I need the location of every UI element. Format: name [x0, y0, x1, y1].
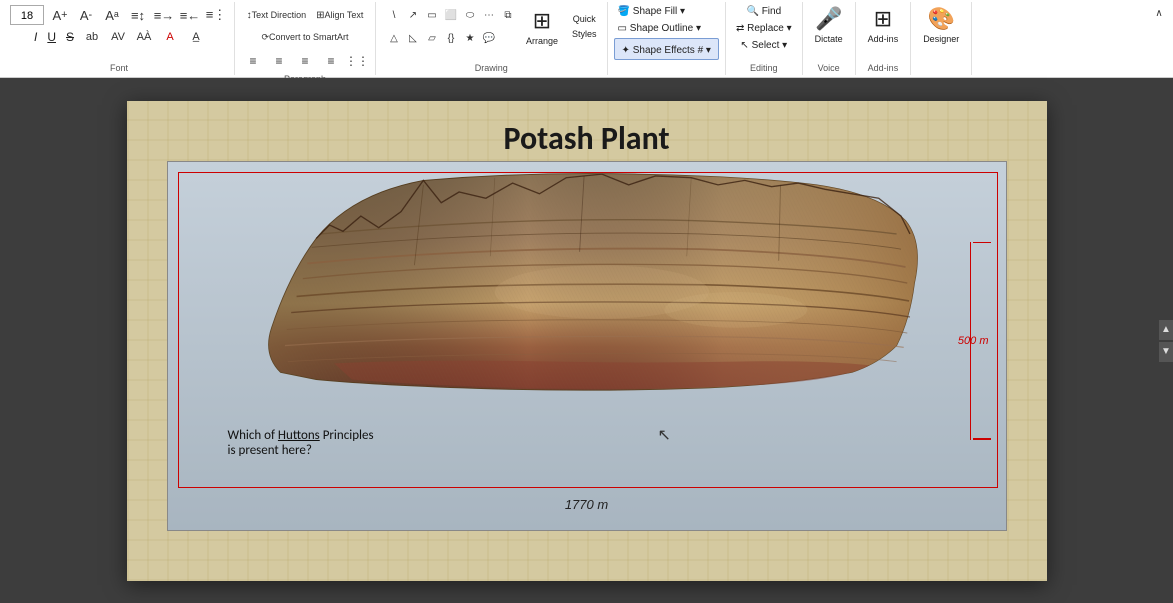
font-size-box[interactable]: 18: [10, 5, 44, 25]
italic-btn[interactable]: I: [30, 28, 41, 46]
add-ins-group: ⊞ Add-ins Add-ins: [856, 2, 912, 75]
font-label: Font: [110, 61, 128, 73]
text-direction-icon[interactable]: ≡↕: [126, 4, 150, 26]
shape-effects-icon: ✦: [622, 45, 633, 56]
question-line2: Principles: [320, 428, 374, 443]
question-line1: Which of: [228, 428, 278, 443]
question-line3: is present here?: [228, 443, 312, 458]
strikethrough-btn[interactable]: S: [62, 28, 78, 46]
add-ins-icon: ⊞: [874, 6, 892, 32]
font-top-row: 18 A+ A- Aᵃ ≡↕ ≡→ ≡← ≡⋮: [10, 4, 228, 26]
font-bottom-row: I U S ab AV AÀ A A̲: [30, 26, 208, 48]
shape-outline-label: Shape Outline: [630, 23, 693, 34]
drawing-shapes-row: \ ↗ ▭ ⬜ ⬭ ⋯ ⧉ △ ◺ ▱ {} ★ 💬 ⊞ Arrange: [382, 4, 601, 49]
text-shadow-btn[interactable]: ab: [80, 26, 104, 48]
slide-title: Potash Plant: [127, 119, 1047, 158]
paragraph-group: ↕ Text Direction ⊞ Align Text ⟳ Convert …: [235, 2, 376, 75]
measurement-1770m: 1770 m: [565, 497, 608, 512]
shape-effects-label: Shape Effects: [633, 45, 695, 56]
rock-image-container: 500 m Which of Huttons Principles is pre…: [167, 161, 1007, 531]
arrange-icon: ⊞: [533, 8, 551, 34]
align-left-btn[interactable]: ≡: [241, 50, 265, 72]
slide[interactable]: Potash Plant: [127, 101, 1047, 581]
shape-format-group: 🪣 Shape Fill ▾ ▭ Shape Outline ▾ ✦ Shape…: [608, 2, 726, 75]
scroll-up-btn[interactable]: ▲: [1159, 320, 1173, 340]
ribbon-collapse-btn[interactable]: ∧: [1147, 2, 1171, 24]
shape-fill-label: Shape Fill: [633, 6, 677, 17]
underline-btn[interactable]: U: [43, 28, 60, 46]
justify-btn[interactable]: ≡: [319, 50, 343, 72]
text-direction-btn[interactable]: ↕ Text Direction: [243, 4, 311, 26]
font-color-aa-btn[interactable]: AV: [106, 26, 130, 48]
font-group: 18 A+ A- Aᵃ ≡↕ ≡→ ≡← ≡⋮ I U S ab AV AÀ A…: [4, 2, 235, 75]
slide-area: Potash Plant: [0, 78, 1173, 603]
styles-btn[interactable]: Styles: [568, 27, 601, 41]
shape-effects-hash: #: [698, 45, 704, 56]
shape-outline-icon: ▭: [618, 23, 630, 34]
find-icon: 🔍: [746, 6, 761, 17]
ribbon-toolbar: 18 A+ A- Aᵃ ≡↕ ≡→ ≡← ≡⋮ I U S ab AV AÀ A…: [0, 0, 1173, 78]
list-outdent-btn[interactable]: ≡←: [178, 4, 202, 26]
scroll-down-btn[interactable]: ▼: [1159, 342, 1173, 362]
question-text: Which of Huttons Principles is present h…: [228, 428, 374, 458]
arrange-btn[interactable]: ⊞ Arrange: [520, 6, 564, 48]
highlight-btn[interactable]: A̲: [184, 26, 208, 48]
shape-effects-btn[interactable]: ✦ Shape Effects # ▾: [618, 43, 715, 58]
mouse-cursor: ↖: [658, 425, 671, 445]
measurement-500m-label: 500 m: [958, 335, 989, 347]
align-center-btn[interactable]: ≡: [267, 50, 291, 72]
arrange-label: Arrange: [526, 36, 558, 46]
line-spacing-btn[interactable]: ≡⋮: [204, 4, 228, 26]
aa-spacing-btn[interactable]: AÀ: [132, 26, 156, 48]
select-label: Select: [752, 40, 780, 51]
huttons-text: Huttons: [278, 428, 320, 443]
editing-label: Editing: [750, 61, 778, 73]
dictate-btn[interactable]: 🎤 Dictate: [809, 4, 849, 46]
scroll-arrows: ▲ ▼: [1159, 320, 1173, 362]
editing-group: 🔍 Find ⇄ Replace ▾ ↖ Select ▾ Editing: [726, 2, 803, 75]
shape-callout-btn[interactable]: 💬: [477, 27, 501, 49]
quick-styles-btn[interactable]: Quick: [568, 12, 601, 26]
align-text-btn[interactable]: ⊞ Align Text: [312, 4, 367, 26]
shape-fill-icon: 🪣: [618, 6, 633, 17]
paragraph-bottom-row: ⟳ Convert to SmartArt: [258, 26, 351, 48]
columns-btn[interactable]: ⋮⋮: [345, 50, 369, 72]
align-right-btn[interactable]: ≡: [293, 50, 317, 72]
dictate-icon: 🎤: [815, 6, 842, 32]
dictate-label: Dictate: [815, 34, 843, 44]
add-ins-label-group: Add-ins: [868, 61, 899, 73]
font-decrease-btn[interactable]: A-: [74, 4, 98, 26]
voice-group: 🎤 Dictate Voice: [803, 2, 856, 75]
designer-btn[interactable]: 🎨 Designer: [917, 4, 965, 46]
replace-btn[interactable]: ⇄ Replace ▾: [732, 21, 796, 36]
measurement-500m: 500 m: [941, 242, 991, 440]
paragraph-top-row: ↕ Text Direction ⊞ Align Text: [243, 4, 368, 26]
replace-icon: ⇄: [736, 23, 747, 34]
designer-label: Designer: [923, 34, 959, 44]
font-increase-btn[interactable]: A+: [48, 4, 72, 26]
voice-label: Voice: [818, 61, 840, 73]
add-ins-btn[interactable]: ⊞ Add-ins: [862, 4, 905, 46]
font-color-btn[interactable]: A: [158, 26, 182, 48]
designer-icon: 🎨: [928, 6, 955, 32]
replace-label: Replace: [747, 23, 784, 34]
find-btn[interactable]: 🔍 Find: [732, 4, 796, 19]
drawing-label: Drawing: [475, 61, 508, 73]
drawing-group: \ ↗ ▭ ⬜ ⬭ ⋯ ⧉ △ ◺ ▱ {} ★ 💬 ⊞ Arrange: [376, 2, 608, 75]
shape-arrange-btn[interactable]: ⧉: [496, 4, 520, 26]
font-format-btn[interactable]: Aᵃ: [100, 4, 124, 26]
add-ins-label: Add-ins: [868, 34, 899, 44]
list-indent-btn[interactable]: ≡→: [152, 4, 176, 26]
shape-fill-btn[interactable]: 🪣 Shape Fill ▾: [614, 4, 719, 19]
designer-group: 🎨 Designer: [911, 2, 972, 75]
rock-formation-svg: [183, 167, 1003, 417]
find-label: Find: [762, 6, 781, 17]
convert-smartart-btn[interactable]: ⟳ Convert to SmartArt: [258, 26, 351, 48]
select-icon: ↖: [740, 40, 751, 51]
shape-outline-btn[interactable]: ▭ Shape Outline ▾: [614, 21, 719, 36]
select-btn[interactable]: ↖ Select ▾: [732, 38, 796, 53]
